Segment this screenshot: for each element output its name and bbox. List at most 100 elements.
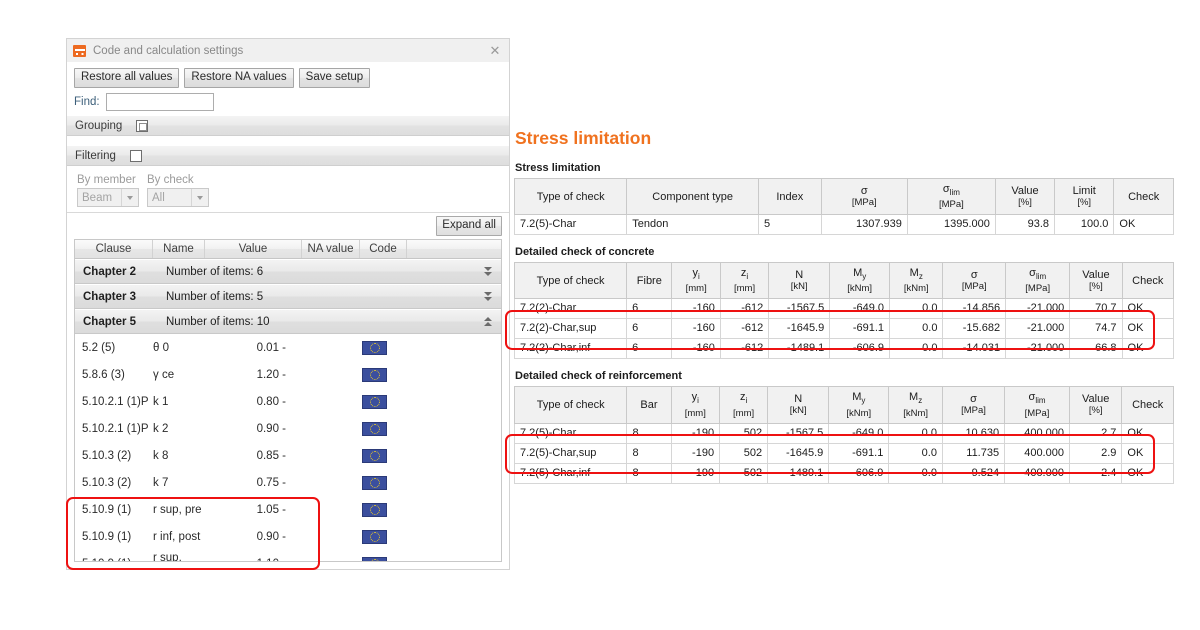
col-mz: Mz [kNm] <box>889 262 944 300</box>
table-row[interactable]: 5.10.2.1 (1)P k 2 0.90 - <box>75 415 501 442</box>
cell-sigma: 1307.939 <box>820 214 908 236</box>
eu-flag-icon[interactable] <box>362 475 387 490</box>
eu-flag-icon[interactable] <box>362 394 387 409</box>
restore-all-values-button[interactable]: Restore all values <box>74 68 180 88</box>
cell-mz: 0.0 <box>889 318 944 340</box>
table-row[interactable]: 5.10.9 (1) r sup, post 1.10 - <box>75 550 501 562</box>
cell-zi: -612 <box>719 318 770 340</box>
detailed-concrete-block: Detailed check of concrete Type of check… <box>505 246 1175 360</box>
row-value: 0.75 - <box>256 476 286 489</box>
eu-flag-icon[interactable] <box>362 502 387 517</box>
table-row[interactable]: 5.10.9 (1) r sup, pre 1.05 - <box>75 496 501 523</box>
col-bar: Bar <box>626 386 672 424</box>
row-code <box>360 475 407 490</box>
eu-flag-icon[interactable] <box>362 448 387 463</box>
row-code <box>360 556 407 561</box>
cell-sigma-lim: -21.000 <box>1005 338 1071 360</box>
table-row[interactable]: 5.10.9 (1) r inf, post 0.90 - <box>75 523 501 550</box>
cell-sigma: -15.682 <box>942 318 1007 340</box>
tree-col-value[interactable]: Value <box>205 240 302 258</box>
row-code <box>360 529 407 544</box>
eu-flag-icon[interactable] <box>362 340 387 355</box>
cell-n: -1489.1 <box>768 338 831 360</box>
close-icon[interactable]: ✕ <box>485 41 505 60</box>
row-name: k 8 <box>153 449 169 462</box>
table-row[interactable]: 5.2 (5) θ 0 0.01 - <box>75 334 501 361</box>
tree-group-chapter-3[interactable]: Chapter 3 Number of items: 5 <box>75 284 501 309</box>
stress-limitation-block: Stress limitation Type of check Componen… <box>513 162 1174 236</box>
cell-n: -1567.5 <box>768 298 831 320</box>
col-zi: zi [mm] <box>719 386 769 424</box>
chevron-down-icon <box>121 189 138 206</box>
cell-type-of-check: 7.2(2)-Char,sup <box>513 318 628 340</box>
cell-bar: 8 <box>626 442 672 464</box>
table-row[interactable]: 5.10.3 (2) k 8 0.85 - <box>75 442 501 469</box>
cell-sigma-lim: 400.000 <box>1004 462 1070 484</box>
tree-col-name[interactable]: Name <box>153 240 205 258</box>
cell-my: -649.0 <box>829 298 891 320</box>
row-clause: 5.10.3 (2) <box>82 476 132 489</box>
tree-col-clause[interactable]: Clause <box>75 240 153 258</box>
col-type-of-check: Type of check <box>513 177 628 216</box>
cell-value: 66.8 <box>1069 338 1123 360</box>
col-index: Index <box>757 177 822 216</box>
table-row[interactable]: 5.10.3 (2) k 7 0.75 - <box>75 469 501 496</box>
table-header-row: Type of check Component type Index σ [MPa… <box>513 177 1174 216</box>
page-title: Stress limitation <box>515 128 652 148</box>
eu-flag-icon[interactable] <box>362 556 387 561</box>
eu-flag-icon[interactable] <box>362 529 387 544</box>
group-name: Chapter 3 <box>83 290 137 303</box>
cell-type-of-check: 7.2(5)-Char,sup <box>513 442 628 464</box>
filtering-bar: Filtering <box>67 145 509 166</box>
expand-all-button[interactable]: Expand all <box>436 216 502 236</box>
screenshot-root: Code and calculation settings ✕ Restore … <box>0 0 1200 630</box>
by-check-select[interactable]: All <box>147 188 209 207</box>
cell-mz: 0.0 <box>888 462 943 484</box>
row-name: r inf, post <box>153 530 201 543</box>
tree-group-chapter-5[interactable]: Chapter 5 Number of items: 10 <box>75 309 501 334</box>
eu-flag-icon[interactable] <box>362 421 387 436</box>
cell-yi: -160 <box>671 318 721 340</box>
col-fibre: Fibre <box>626 262 673 300</box>
table-row: 7.2(5)-Char,inf 8 -190 502 -1489.1 -606.… <box>513 462 1174 484</box>
chevron-double-up-icon[interactable] <box>481 315 495 329</box>
by-check-value: All <box>152 191 165 204</box>
find-input[interactable] <box>105 93 214 111</box>
chevron-double-down-icon[interactable] <box>481 265 495 279</box>
row-name: r sup, post <box>153 551 182 562</box>
col-value: Value [%] <box>994 177 1056 216</box>
row-clause: 5.10.2.1 (1)P <box>82 395 149 408</box>
code-settings-dialog: Code and calculation settings ✕ Restore … <box>66 38 510 570</box>
group-name: Chapter 2 <box>83 265 137 278</box>
dialog-titlebar: Code and calculation settings ✕ <box>67 39 509 62</box>
col-n: N [kN] <box>768 262 831 300</box>
dialog-toolbar: Restore all values Restore NA values Sav… <box>67 62 509 92</box>
group-count: Number of items: 6 <box>166 265 264 278</box>
save-setup-button[interactable]: Save setup <box>298 68 371 88</box>
settings-tree: Clause Name Value NA value Code Chapter … <box>74 239 502 562</box>
tree-header-row: Clause Name Value NA value Code <box>75 240 501 259</box>
eu-flag-icon[interactable] <box>362 367 387 382</box>
cell-zi: 502 <box>719 422 769 444</box>
tree-group-chapter-2[interactable]: Chapter 2 Number of items: 6 <box>75 259 501 284</box>
col-check: Check <box>1113 177 1174 216</box>
cell-type-of-check: 7.2(5)-Char,inf <box>513 462 628 484</box>
cell-zi: 502 <box>719 462 769 484</box>
restore-na-values-button[interactable]: Restore NA values <box>184 68 294 88</box>
table-row[interactable]: 5.10.2.1 (1)P k 1 0.80 - <box>75 388 501 415</box>
col-type-of-check: Type of check <box>513 386 628 424</box>
chevron-double-down-icon[interactable] <box>481 290 495 304</box>
grouping-checkbox[interactable] <box>136 119 149 132</box>
filtering-checkbox[interactable] <box>129 149 142 162</box>
tree-col-code[interactable]: Code <box>360 240 407 258</box>
col-my: My [kNm] <box>828 386 890 424</box>
cell-sigma-lim: 400.000 <box>1004 422 1070 444</box>
row-name: k 7 <box>153 476 169 489</box>
cell-n: -1645.9 <box>768 318 831 340</box>
cell-my: -691.1 <box>829 318 891 340</box>
row-code <box>360 421 407 436</box>
row-value: 0.01 - <box>256 341 286 354</box>
by-member-select[interactable]: Beam <box>77 188 139 207</box>
table-row[interactable]: 5.8.6 (3) γ ce 1.20 - <box>75 361 501 388</box>
tree-col-navalue[interactable]: NA value <box>302 240 360 258</box>
